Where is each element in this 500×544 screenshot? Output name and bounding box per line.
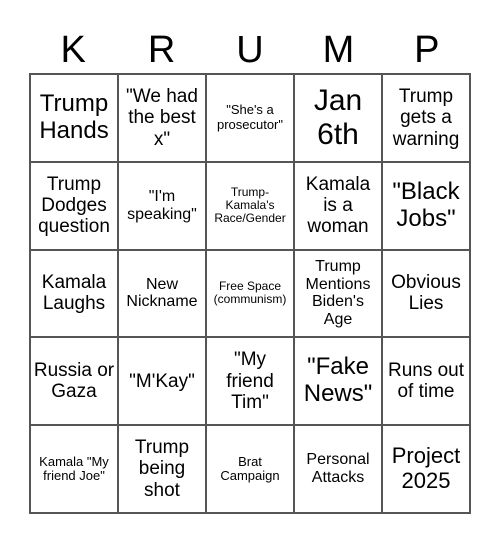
bingo-cell[interactable]: Kamala "My friend Joe" <box>30 425 118 513</box>
header-letter: U <box>236 29 264 71</box>
bingo-cell[interactable]: "M'Kay" <box>118 337 206 426</box>
bingo-cell[interactable]: Trump Dodges question <box>30 161 118 250</box>
header-letter: P <box>414 29 440 71</box>
bingo-header: K R U M P <box>29 27 471 73</box>
bingo-cell[interactable]: "She's a prosecutor" <box>206 74 294 162</box>
bingo-cell[interactable]: Project 2025 <box>382 425 470 513</box>
bingo-cell[interactable]: Trump gets a warning <box>382 74 470 162</box>
bingo-cell[interactable]: Obvious Lies <box>382 249 470 338</box>
bingo-cell[interactable]: "Fake News" <box>294 337 382 426</box>
bingo-cell[interactable]: Brat Campaign <box>206 425 294 513</box>
bingo-cell[interactable]: "I'm speaking" <box>118 161 206 250</box>
bingo-board: Trump Hands "We had the best x" "She's a p… <box>29 73 471 514</box>
header-letter: M <box>322 29 355 71</box>
bingo-cell[interactable]: Kamala is a woman <box>294 161 382 250</box>
bingo-cell[interactable]: Trump- Kamala's Race/Gender <box>206 161 294 250</box>
bingo-cell[interactable]: Trump Hands <box>30 74 118 162</box>
bingo-cell[interactable]: "My friend Tim" <box>206 337 294 426</box>
bingo-cell[interactable]: Jan 6th <box>294 74 382 162</box>
header-letter: K <box>60 29 86 71</box>
bingo-cell[interactable]: "Black Jobs" <box>382 161 470 250</box>
bingo-cell[interactable]: Free Space (communism) <box>206 249 294 338</box>
bingo-cell[interactable]: Trump Mentions Biden's Age <box>294 249 382 338</box>
bingo-cell[interactable]: Russia or Gaza <box>30 337 118 426</box>
bingo-cell[interactable]: Kamala Laughs <box>30 249 118 338</box>
bingo-cell[interactable]: Personal Attacks <box>294 425 382 513</box>
bingo-cell[interactable]: New Nickname <box>118 249 206 338</box>
bingo-cell[interactable]: Runs out of time <box>382 337 470 426</box>
header-letter: R <box>147 29 176 71</box>
bingo-cell[interactable]: "We had the best x" <box>118 74 206 162</box>
bingo-cell[interactable]: Trump being shot <box>118 425 206 513</box>
